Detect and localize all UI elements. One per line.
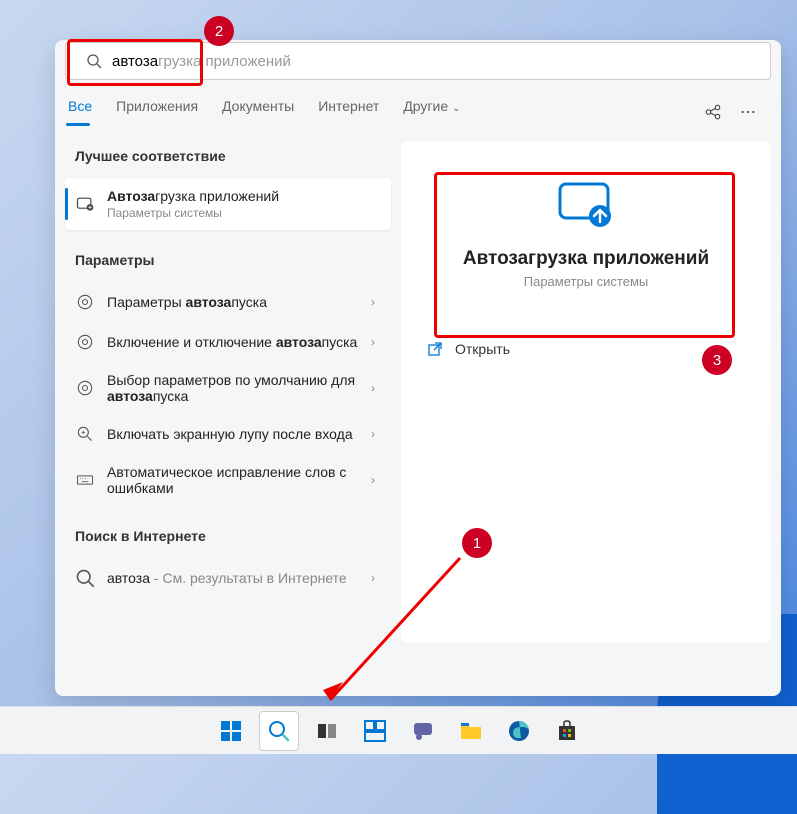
task-view-button[interactable]: [307, 711, 347, 751]
open-icon: [427, 341, 443, 357]
search-typed-text: автоза: [112, 53, 158, 70]
web-search-label: Поиск в Интернете: [65, 506, 391, 558]
gear-icon: [75, 378, 95, 398]
chevron-right-icon: ›: [371, 473, 381, 487]
tab-documents[interactable]: Документы: [210, 98, 306, 126]
web-search-item[interactable]: автоза - См. результаты в Интернете ›: [65, 558, 391, 598]
param-item[interactable]: Включать экранную лупу после входа ›: [65, 414, 391, 454]
param-item[interactable]: Включение и отключение автозапуска ›: [65, 322, 391, 362]
open-label: Открыть: [455, 341, 510, 357]
magnifier-icon: [75, 424, 95, 444]
startup-large-icon: [554, 180, 618, 228]
param-item[interactable]: Автоматическое исправление слов с ошибка…: [65, 454, 391, 506]
edge-button[interactable]: [499, 711, 539, 751]
preview-column: Автозагрузка приложений Параметры систем…: [401, 142, 771, 642]
share-icon[interactable]: [704, 103, 722, 121]
search-panel: автозагрузка приложений Все Приложения Д…: [55, 40, 781, 696]
chevron-right-icon: ›: [371, 427, 381, 441]
search-icon: [86, 53, 102, 69]
best-match-item[interactable]: Автозагрузка приложений Параметры систем…: [65, 178, 391, 230]
tab-more[interactable]: Другие⌄: [391, 98, 472, 126]
widgets-button[interactable]: [355, 711, 395, 751]
chevron-right-icon: ›: [371, 295, 381, 309]
tab-all[interactable]: Все: [66, 98, 104, 126]
search-icon: [75, 568, 95, 588]
chevron-down-icon: ⌄: [452, 103, 460, 114]
keyboard-icon: [75, 470, 95, 490]
search-completion-text: грузка приложений: [158, 53, 291, 70]
store-button[interactable]: [547, 711, 587, 751]
params-label: Параметры: [65, 230, 391, 282]
chevron-right-icon: ›: [371, 571, 381, 585]
preview-title: Автозагрузка приложений: [441, 248, 731, 270]
chat-button[interactable]: [403, 711, 443, 751]
gear-icon: [75, 332, 95, 352]
open-action[interactable]: Открыть: [421, 331, 751, 367]
preview-hero: Автозагрузка приложений Параметры систем…: [401, 160, 771, 319]
tabs-row: Все Приложения Документы Интернет Другие…: [55, 80, 781, 126]
start-button[interactable]: [211, 711, 251, 751]
search-input[interactable]: автозагрузка приложений: [112, 53, 750, 70]
taskbar: [0, 706, 797, 754]
chevron-right-icon: ›: [371, 335, 381, 349]
chevron-right-icon: ›: [371, 381, 381, 395]
gear-icon: [75, 292, 95, 312]
param-item[interactable]: Выбор параметров по умолчанию для автоза…: [65, 362, 391, 414]
search-taskbar-button[interactable]: [259, 711, 299, 751]
tab-apps[interactable]: Приложения: [104, 98, 210, 126]
more-icon[interactable]: ⋯: [740, 102, 756, 122]
preview-subtitle: Параметры системы: [441, 274, 731, 289]
search-bar[interactable]: автозагрузка приложений: [65, 42, 771, 80]
tab-internet[interactable]: Интернет: [306, 98, 391, 126]
results-column: Лучшее соответствие Автозагрузка приложе…: [65, 142, 391, 642]
explorer-button[interactable]: [451, 711, 491, 751]
startup-icon: [75, 194, 95, 214]
best-match-label: Лучшее соответствие: [65, 142, 391, 178]
param-item[interactable]: Параметры автозапуска ›: [65, 282, 391, 322]
